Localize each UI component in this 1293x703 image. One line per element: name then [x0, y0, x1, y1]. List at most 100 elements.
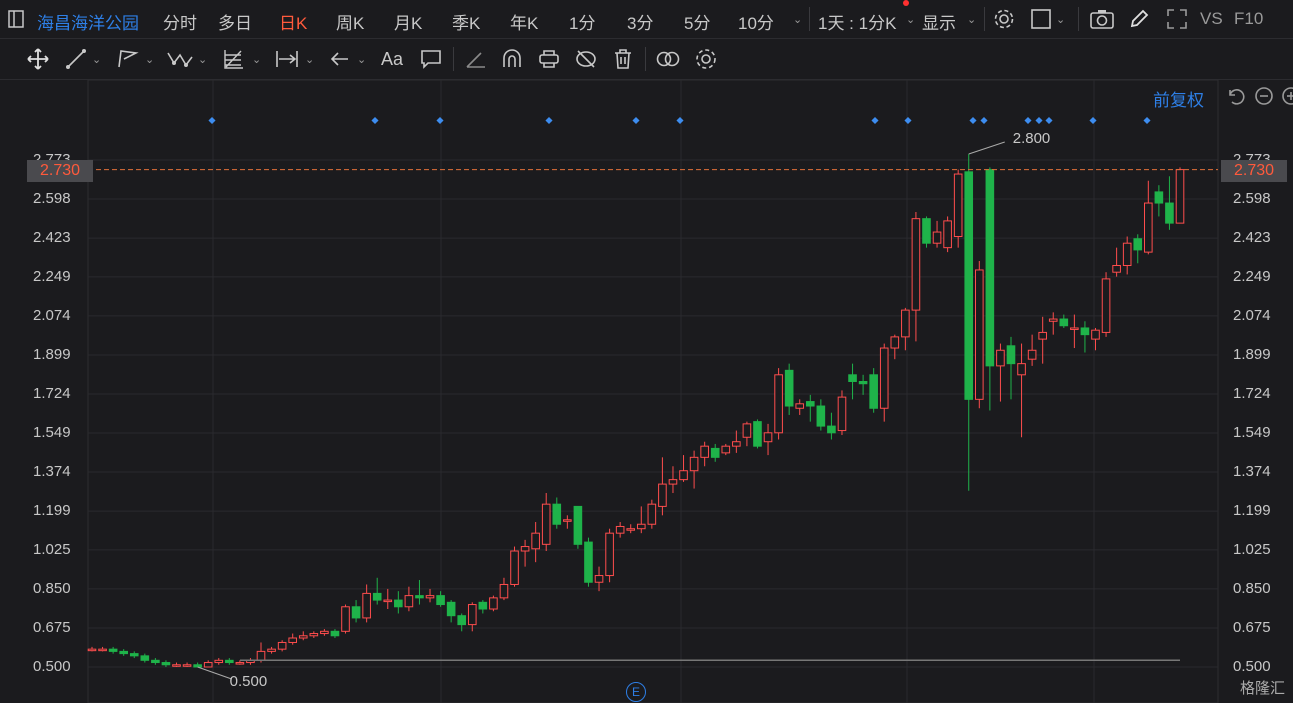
- candle-up: [288, 637, 298, 643]
- line-tool-icon[interactable]: [64, 47, 88, 71]
- event-marker-icon[interactable]: E: [626, 682, 646, 702]
- event-diamond-icon[interactable]: [208, 116, 216, 125]
- chevron-down-icon[interactable]: ⌄: [793, 13, 802, 26]
- zoom-in-icon[interactable]: [1281, 86, 1293, 106]
- polyline-tool-icon[interactable]: [116, 47, 140, 71]
- range-tool-icon[interactable]: [274, 47, 300, 71]
- candle-up: [742, 423, 752, 438]
- candle-up: [901, 309, 910, 338]
- comment-tool-icon[interactable]: [419, 47, 443, 71]
- stock-name[interactable]: 海昌海洋公园: [37, 9, 139, 34]
- right-y-tick-label: 0.850: [1233, 579, 1271, 597]
- f10-button[interactable]: F10: [1234, 9, 1263, 29]
- text-tool-icon[interactable]: Aa: [381, 49, 403, 70]
- event-diamond-icon[interactable]: [969, 116, 977, 125]
- period-tab-monthly[interactable]: 月K: [394, 9, 422, 34]
- period-tab-10min[interactable]: 10分: [738, 9, 774, 34]
- candle-up: [1017, 363, 1026, 376]
- candle-down: [784, 369, 794, 407]
- period-tab-3min[interactable]: 3分: [627, 9, 653, 34]
- chevron-down-icon[interactable]: ⌄: [252, 53, 261, 66]
- arrow-tool-icon[interactable]: [328, 47, 352, 71]
- interval-select[interactable]: 1天 : 1分K: [818, 9, 896, 34]
- candle-up: [837, 396, 847, 432]
- period-tab-yearly[interactable]: 年K: [510, 9, 538, 34]
- event-diamond-icon[interactable]: [632, 116, 640, 125]
- delete-icon[interactable]: [611, 47, 635, 71]
- candle-up: [256, 650, 266, 661]
- period-tab-5min[interactable]: 5分: [684, 9, 710, 34]
- right-y-tick-label: 1.899: [1233, 345, 1271, 363]
- right-y-tick-label: 1.025: [1233, 540, 1271, 558]
- fib-tool-icon[interactable]: [222, 47, 246, 71]
- candle-up: [795, 403, 805, 409]
- settings-icon[interactable]: [694, 47, 718, 71]
- event-diamond-icon[interactable]: [1024, 116, 1032, 125]
- max-price-label: 2.800: [1012, 129, 1051, 147]
- current-price-tag-left: 2.730: [27, 160, 93, 182]
- candle-up: [911, 218, 921, 311]
- period-tab-weekly[interactable]: 周K: [336, 9, 364, 34]
- candle-up: [1101, 278, 1111, 333]
- price-adjust-toggle[interactable]: 前复权: [1153, 86, 1204, 111]
- candlestick-chart[interactable]: [0, 0, 1293, 703]
- candle-down: [848, 374, 857, 382]
- left-y-tick-label: 1.549: [33, 424, 71, 442]
- candle-up: [668, 479, 678, 485]
- event-diamond-icon[interactable]: [1143, 116, 1151, 125]
- event-diamond-icon[interactable]: [904, 116, 912, 125]
- chevron-down-icon[interactable]: ⌄: [967, 13, 976, 26]
- candle-down: [753, 421, 762, 447]
- move-icon[interactable]: [26, 47, 50, 71]
- pen-icon[interactable]: [1128, 8, 1150, 30]
- settings-gear-icon[interactable]: [993, 8, 1015, 30]
- fullscreen-icon[interactable]: [1166, 8, 1188, 30]
- chevron-down-icon[interactable]: ⌄: [1056, 13, 1065, 26]
- event-diamond-icon[interactable]: [371, 116, 379, 125]
- zoom-out-icon[interactable]: [1254, 86, 1274, 106]
- panel-toggle-icon[interactable]: [8, 10, 24, 28]
- event-diamond-icon[interactable]: [871, 116, 879, 125]
- right-y-tick-label: 2.074: [1233, 306, 1271, 324]
- candle-up: [87, 648, 97, 652]
- camera-icon[interactable]: [1090, 9, 1114, 29]
- hide-icon[interactable]: [574, 47, 598, 71]
- chevron-down-icon[interactable]: ⌄: [198, 53, 207, 66]
- candle-down: [858, 380, 868, 385]
- chevron-down-icon[interactable]: ⌄: [145, 53, 154, 66]
- chevron-down-icon[interactable]: ⌄: [906, 13, 915, 26]
- period-tab-fenshi[interactable]: 分时: [163, 9, 197, 34]
- event-diamond-icon[interactable]: [1045, 116, 1053, 125]
- period-tab-quarterly[interactable]: 季K: [452, 9, 480, 34]
- candle-down: [573, 505, 583, 545]
- left-y-tick-label: 2.249: [33, 267, 71, 285]
- arc-tool-icon[interactable]: [500, 47, 524, 71]
- event-diamond-icon[interactable]: [1089, 116, 1097, 125]
- watermark-logo: 格隆汇: [1239, 680, 1285, 697]
- magnet-icon[interactable]: [537, 47, 561, 71]
- event-diamond-icon[interactable]: [676, 116, 684, 125]
- chevron-down-icon[interactable]: ⌄: [92, 53, 101, 66]
- display-menu[interactable]: 显示: [922, 9, 956, 34]
- vs-button[interactable]: VS: [1200, 9, 1223, 29]
- wave-tool-icon[interactable]: [166, 47, 194, 71]
- left-y-tick-label: 2.598: [33, 190, 71, 208]
- event-diamond-icon[interactable]: [545, 116, 553, 125]
- chevron-down-icon[interactable]: ⌄: [357, 53, 366, 66]
- candle-down: [225, 659, 234, 664]
- layout-box-icon[interactable]: [1030, 8, 1052, 30]
- period-tab-1min[interactable]: 1分: [569, 9, 595, 34]
- period-tab-multiday[interactable]: 多日: [218, 9, 252, 34]
- event-diamond-icon[interactable]: [1035, 116, 1043, 125]
- candle-down: [394, 599, 403, 608]
- compare-icon[interactable]: [655, 47, 681, 71]
- angle-tool-icon[interactable]: [464, 47, 488, 71]
- candle-up: [1070, 327, 1079, 330]
- candle-up: [763, 432, 773, 443]
- undo-icon[interactable]: [1225, 86, 1245, 106]
- chevron-down-icon[interactable]: ⌄: [305, 53, 314, 66]
- event-diamond-icon[interactable]: [436, 116, 444, 125]
- period-tab-daily[interactable]: 日K: [279, 9, 307, 34]
- event-diamond-icon[interactable]: [980, 116, 988, 125]
- candle-up: [98, 648, 107, 652]
